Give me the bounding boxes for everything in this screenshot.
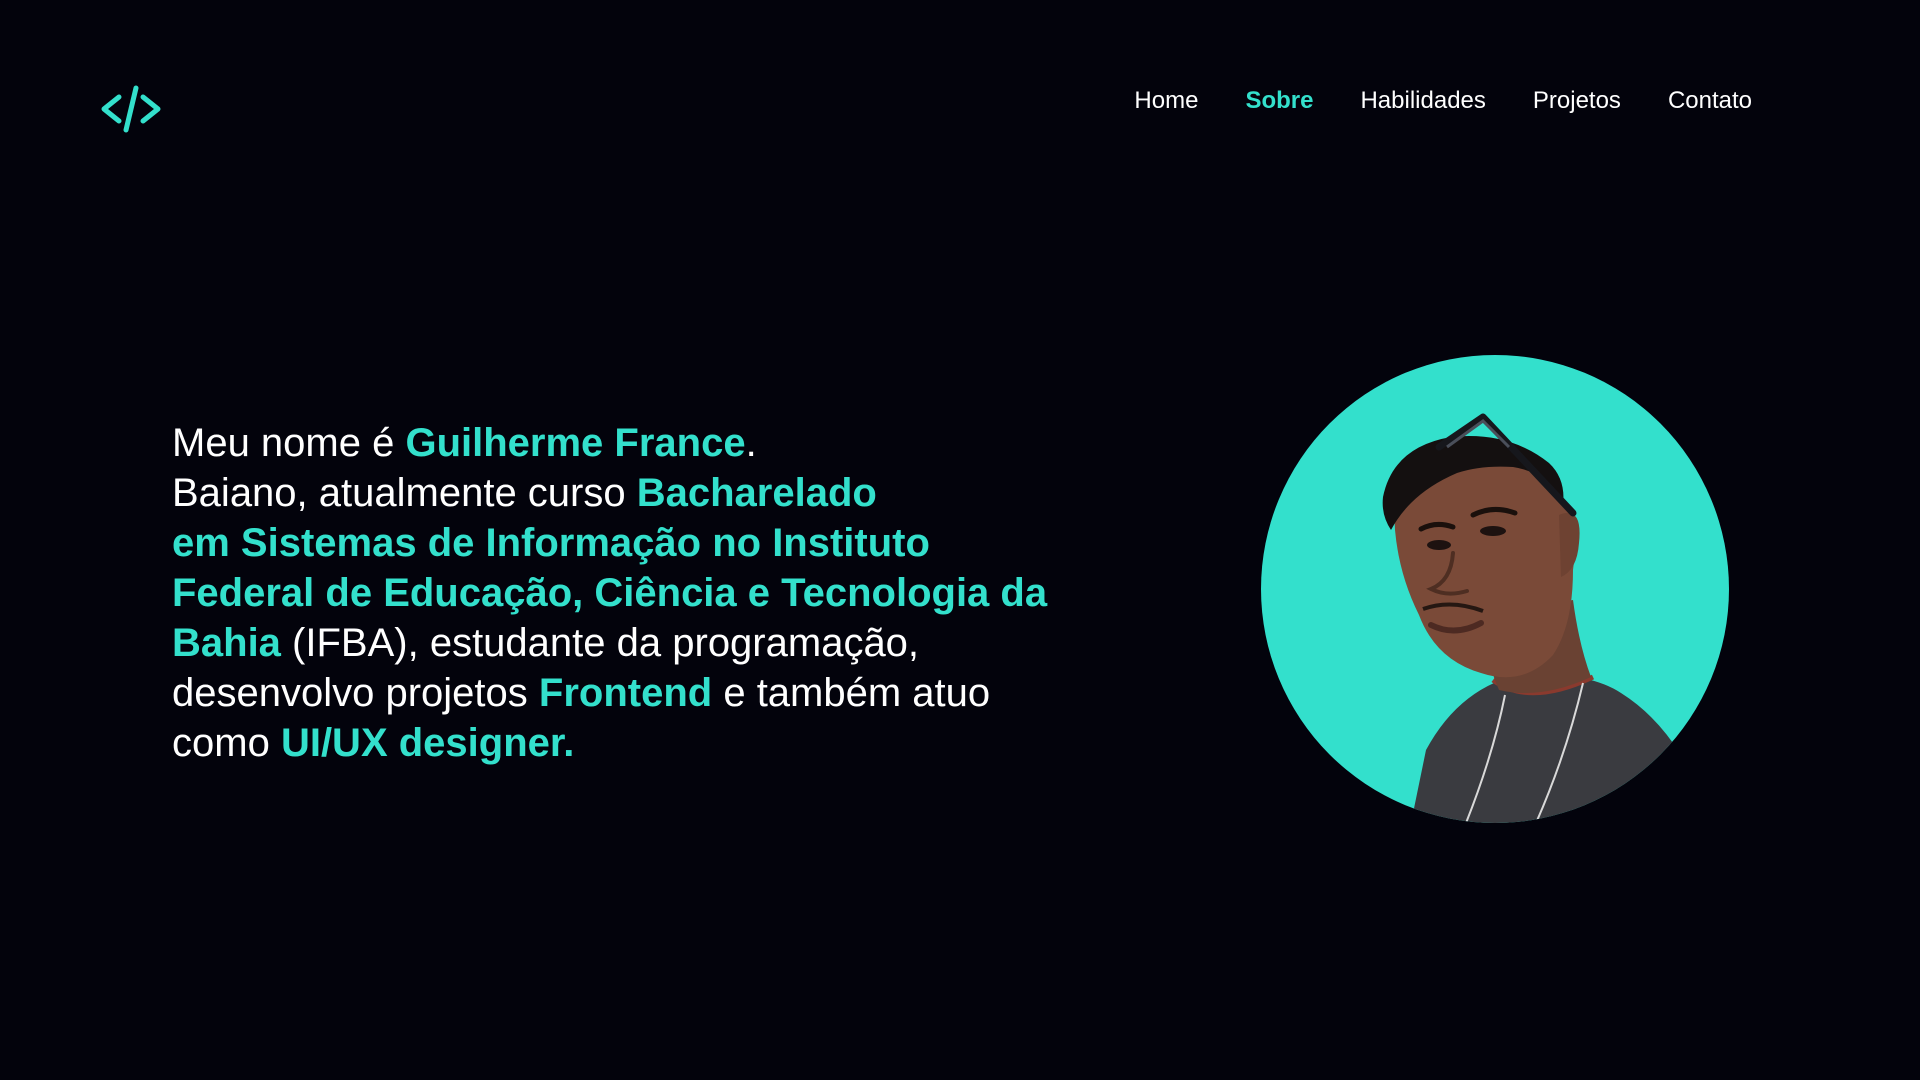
about-frontend-highlight: Frontend [538,671,713,715]
main-nav: Home Sobre Habilidades Projetos Contato [1134,84,1752,118]
code-brackets-icon[interactable] [100,84,162,134]
page: Home Sobre Habilidades Projetos Contato … [0,0,1920,1080]
profile-photo [1261,355,1729,823]
about-line: Bahia (IFBA), estudante da programação, [172,618,1092,668]
profile-photo-icon [1382,413,1701,823]
about-line: em Sistemas de Informação no Instituto [172,518,1092,568]
about-line: Meu nome é Guilherme France. [172,418,1092,468]
about-line: Baiano, atualmente curso Bacharelado [172,468,1092,518]
nav-projetos[interactable]: Projetos [1533,84,1621,118]
about-text-plain: como [172,721,281,765]
about-course-highlight: Bahia [172,621,281,665]
about-text-plain: (IFBA), estudante da programação, [280,621,920,665]
about-line: Federal de Educação, Ciência e Tecnologi… [172,568,1092,618]
about-designer-highlight: UI/UX designer. [280,721,575,765]
about-text-plain: . [745,421,757,465]
about-course-highlight: em Sistemas de Informação no Instituto [172,521,930,565]
nav-habilidades[interactable]: Habilidades [1360,84,1485,118]
about-name-highlight: Guilherme France [405,421,746,465]
about-course-highlight: Federal de Educação, Ciência e Tecnologi… [172,571,1048,615]
about-line: desenvolvo projetos Frontend e também at… [172,668,1092,718]
about-text-plain: e também atuo [712,671,991,715]
about-text-plain: Baiano, atualmente curso [172,471,637,515]
nav-contato[interactable]: Contato [1668,84,1752,118]
about-line: como UI/UX designer. [172,718,1092,768]
about-text-plain: desenvolvo projetos [172,671,539,715]
nav-home[interactable]: Home [1134,84,1198,118]
about-text-plain: Meu nome é [172,421,406,465]
about-course-highlight: Bacharelado [636,471,877,515]
about-text: Meu nome é Guilherme France. Baiano, atu… [172,418,1092,768]
nav-sobre[interactable]: Sobre [1245,84,1313,118]
